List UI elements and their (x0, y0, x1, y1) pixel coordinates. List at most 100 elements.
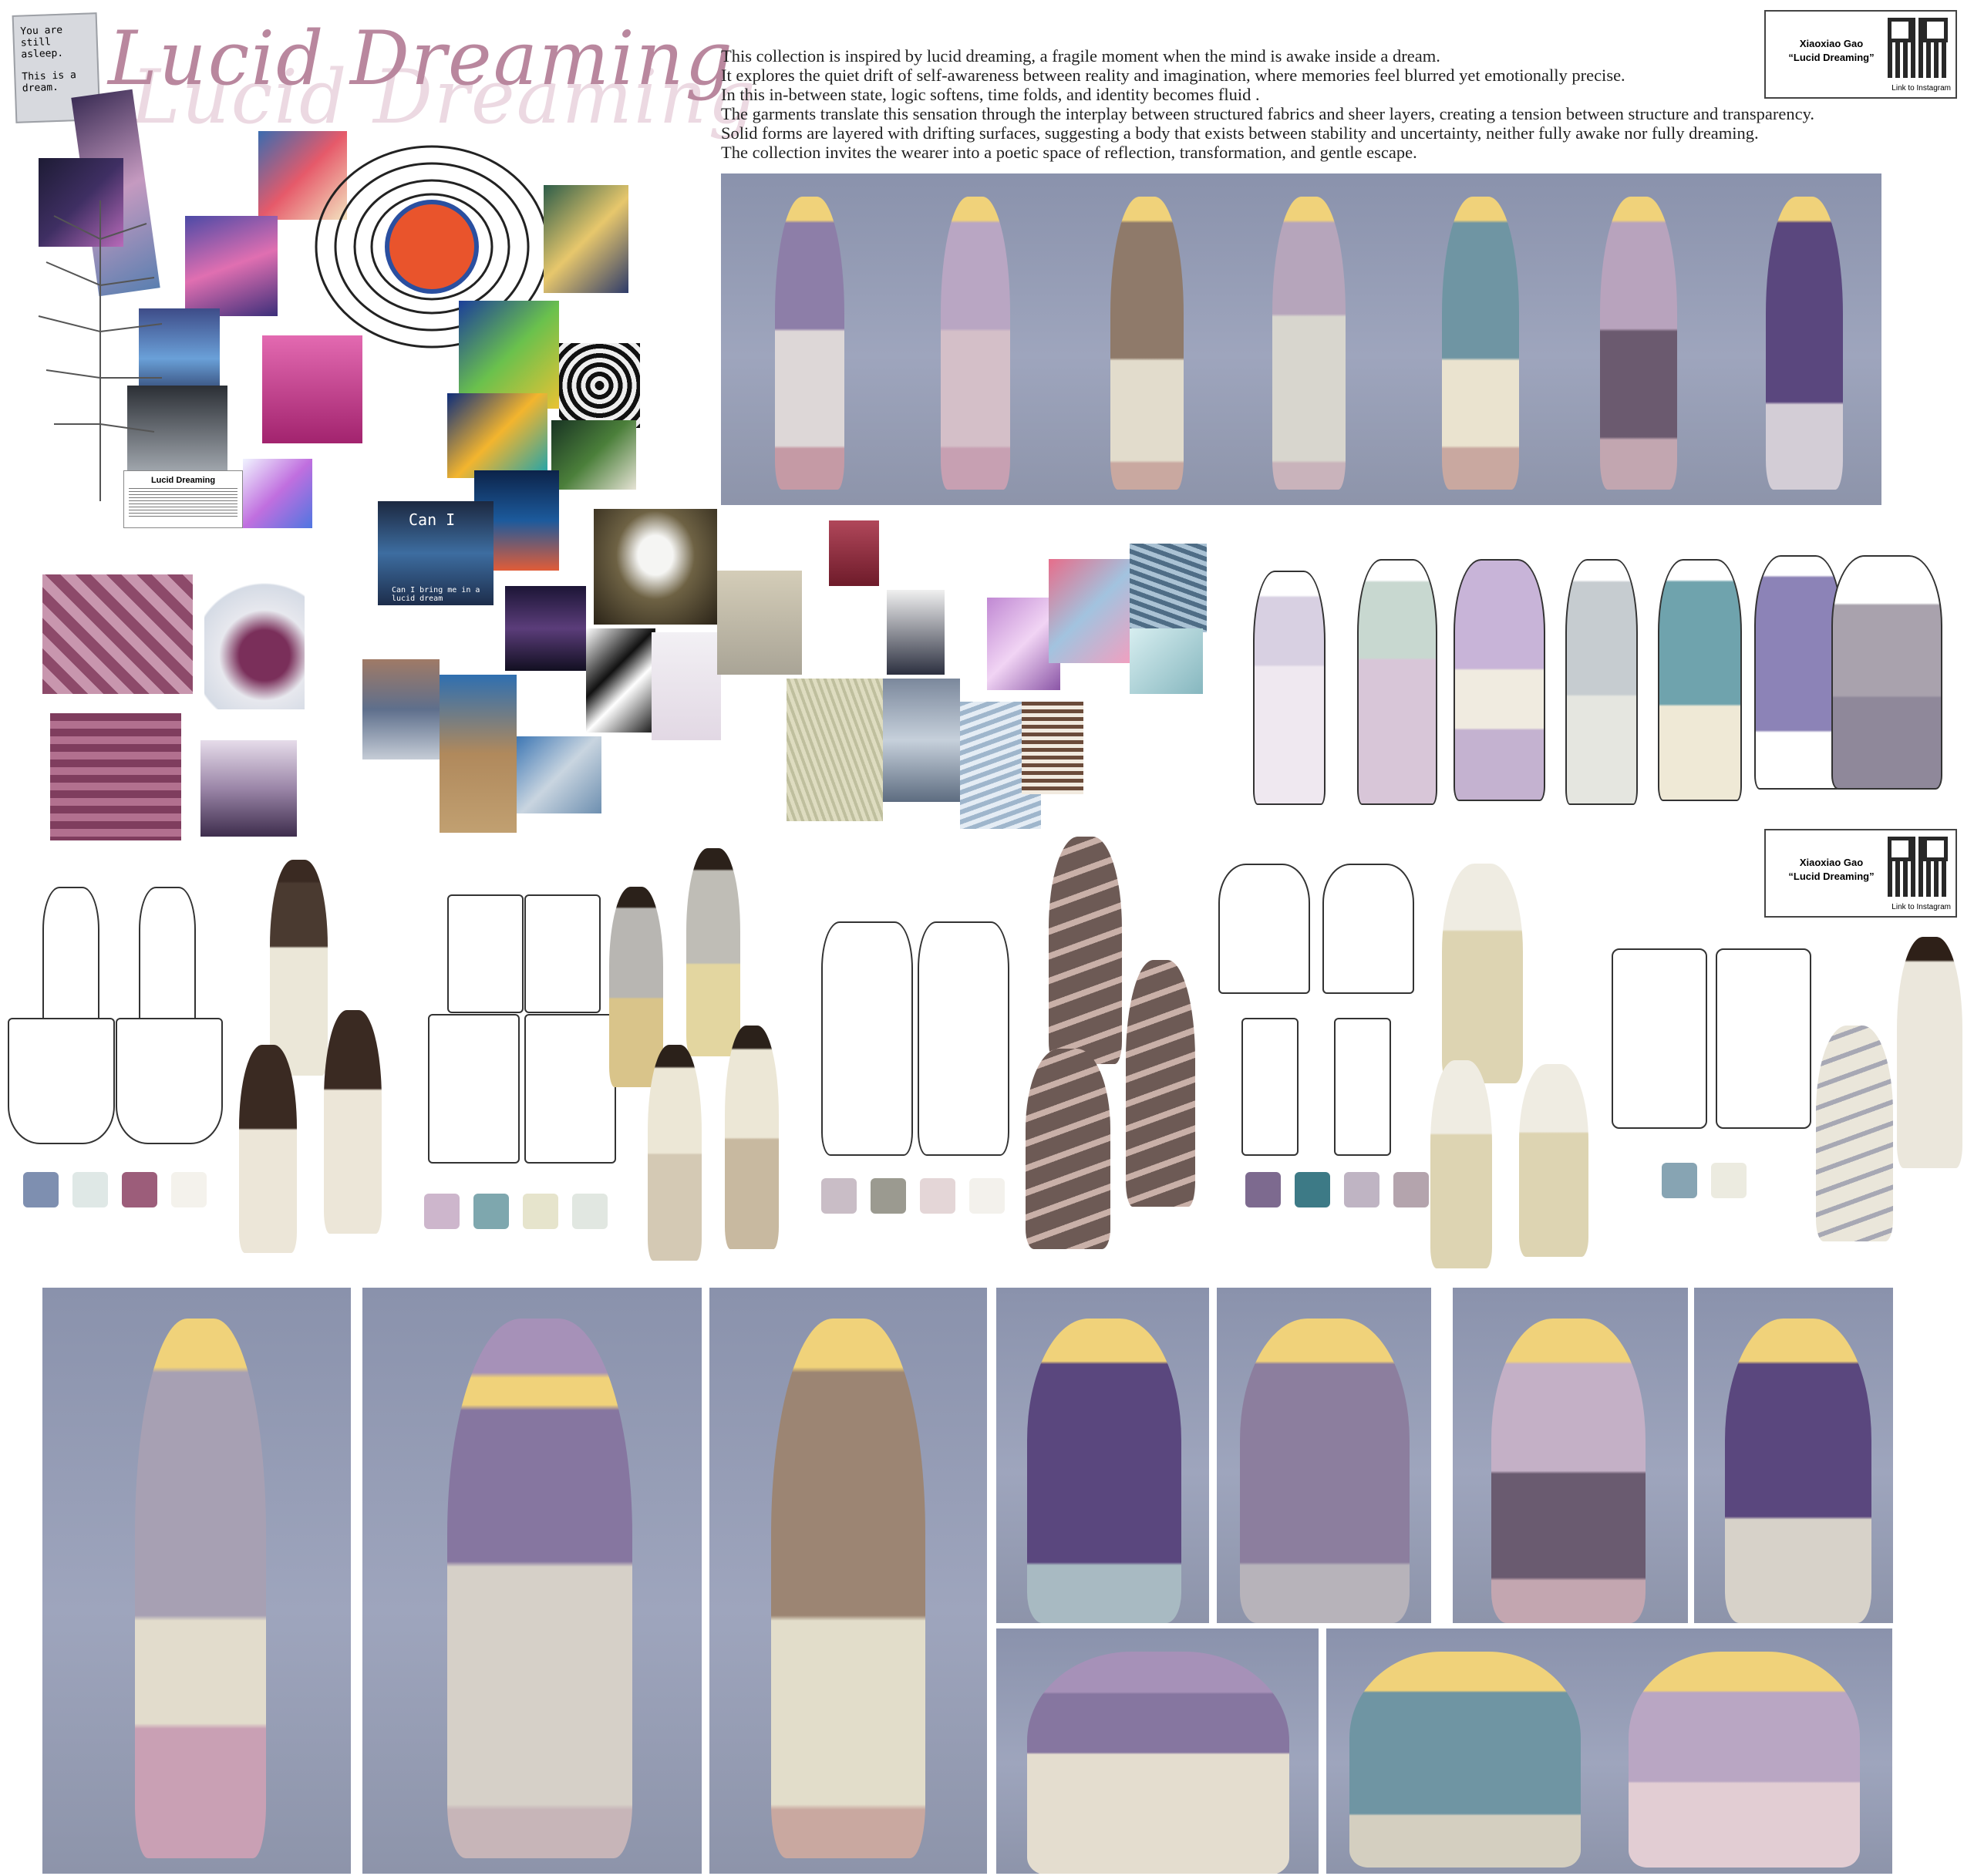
model (1027, 1652, 1289, 1874)
fit-photo (324, 1010, 382, 1234)
color-swatch (171, 1172, 207, 1207)
fit-photo (239, 1045, 297, 1253)
collage-pleats (883, 679, 960, 802)
campaign-photo (362, 1288, 702, 1874)
floral-fabric-sample (204, 574, 305, 709)
flat-sketch-skirt-back (116, 1018, 223, 1144)
color-swatch (572, 1194, 608, 1229)
illustration-6 (1754, 555, 1842, 790)
collage-folds (1130, 544, 1207, 632)
flat-sketch-tunic-front (821, 921, 913, 1156)
knit-fabric-sample (200, 740, 297, 837)
campaign-photo (709, 1288, 987, 1874)
color-swatch (424, 1194, 460, 1229)
flat-sketch-top-front (42, 887, 99, 1029)
designer-name: Xiaoxiao Gao (1799, 38, 1864, 49)
smocked-fabric-sample (42, 574, 193, 694)
look-6 (1600, 197, 1677, 490)
designer-card: Xiaoxiao Gao “Lucid Dreaming” Link to In… (1764, 829, 1957, 918)
model (135, 1319, 266, 1858)
collage-op-art (559, 343, 640, 428)
collage-planets (551, 420, 636, 490)
collection-name: “Lucid Dreaming” (1788, 52, 1875, 63)
campaign-photo (1217, 1288, 1431, 1623)
color-swatch (23, 1172, 59, 1207)
campaign-photo (42, 1288, 351, 1874)
description-line: The collection invites the wearer into a… (721, 143, 1417, 162)
description-line: Solid forms are layered with drifting su… (721, 123, 1759, 143)
look-4 (1272, 197, 1346, 490)
fit-photo (1442, 864, 1523, 1083)
ruffle-fabric-sample (50, 713, 181, 840)
color-swatch (969, 1178, 1005, 1214)
color-swatch (1662, 1163, 1697, 1198)
can-i-title: Can I (409, 510, 456, 529)
campaign-photo (1326, 1628, 1598, 1874)
note-line-2: This is a dream. (22, 69, 77, 95)
fit-photo (686, 848, 740, 1056)
collage-knit-texture (787, 679, 883, 821)
grass-sketch (38, 200, 163, 501)
flat-sketch-pants-front (428, 1014, 520, 1164)
model (1491, 1319, 1646, 1623)
collage-dancing-house-1 (362, 659, 440, 759)
color-swatch (1245, 1172, 1281, 1207)
collage-floating-figure (594, 509, 717, 625)
flat-sketch-skirt-back (1334, 1018, 1391, 1156)
fit-photo (609, 887, 663, 1087)
note-line-1: You are still asleep. (20, 24, 64, 61)
can-i-subtitle: Can I bring me in a lucid dream (392, 586, 480, 603)
flat-sketch-jacket-back (524, 894, 601, 1013)
description-line: The garments translate this sensation th… (721, 104, 1815, 123)
fit-photo (1026, 1049, 1110, 1249)
color-swatch (1711, 1163, 1747, 1198)
fit-photo (725, 1026, 779, 1249)
flat-sketch-tunic-back (918, 921, 1009, 1156)
look-3 (1110, 197, 1184, 490)
color-swatch (72, 1172, 108, 1207)
model (1629, 1652, 1860, 1868)
campaign-photo (1453, 1288, 1688, 1623)
color-swatch (523, 1194, 558, 1229)
model (1725, 1319, 1871, 1623)
look-2 (941, 197, 1010, 490)
fit-photo (1816, 1026, 1893, 1241)
collage-pink-sheer (1049, 559, 1130, 663)
designer-name: Xiaoxiao Gao (1799, 857, 1864, 868)
instagram-link[interactable]: Link to Instagram (1891, 84, 1951, 93)
fit-photo (270, 860, 328, 1076)
illustration-2 (1357, 559, 1437, 805)
can-i-card: Can I Can I bring me in a lucid dream (378, 501, 494, 605)
color-swatch (821, 1178, 857, 1214)
campaign-photo (996, 1628, 1319, 1874)
collage-white-ruffle (887, 590, 945, 675)
flat-sketch-skirt-front (1241, 1018, 1299, 1156)
fit-photo (1049, 837, 1122, 1064)
flat-sketch-skirt-front (8, 1018, 115, 1144)
color-swatch (1344, 1172, 1379, 1207)
collage-gehry (517, 736, 601, 813)
collage-psychedelic (459, 301, 559, 409)
collage-swirl (243, 459, 312, 528)
fit-photo (1430, 1060, 1492, 1268)
qr-code-icon[interactable] (1888, 837, 1948, 897)
instagram-link[interactable]: Link to Instagram (1891, 903, 1951, 911)
collage-ink (586, 628, 655, 733)
model (447, 1319, 632, 1858)
collage-ribbed (1022, 702, 1083, 794)
illustration-5 (1658, 559, 1742, 801)
flat-sketch-jacket-front (447, 894, 524, 1013)
color-swatch (871, 1178, 906, 1214)
color-swatch (1295, 1172, 1330, 1207)
collage-dancing-house-2 (440, 675, 517, 833)
illustration-4 (1565, 559, 1638, 805)
illustration-3 (1454, 559, 1545, 801)
illustration-1 (1253, 571, 1326, 805)
model (771, 1319, 925, 1858)
look-1 (775, 197, 844, 490)
collage-origami (1130, 628, 1203, 694)
qr-code-icon[interactable] (1888, 18, 1948, 78)
look-7 (1766, 197, 1843, 490)
collection-name: “Lucid Dreaming” (1788, 871, 1875, 882)
model (1240, 1319, 1410, 1623)
